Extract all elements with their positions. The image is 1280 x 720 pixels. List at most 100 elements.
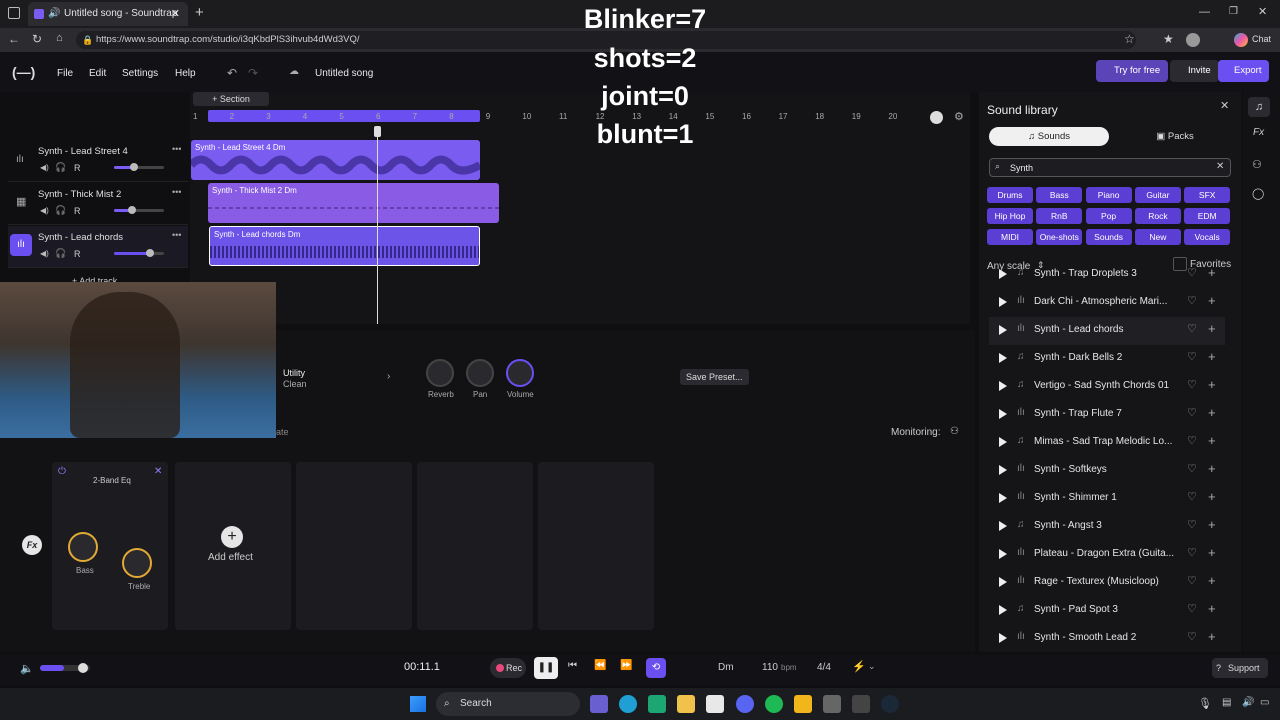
fx-button[interactable]: Fx [22,535,42,555]
menu-settings[interactable]: Settings [122,68,158,79]
audio-clip-selected[interactable]: Synth - Lead chords Dm [209,226,480,266]
category-chip[interactable]: EDM [1184,208,1231,224]
settings-gear-icon[interactable]: ⚙ [954,110,964,123]
add-icon[interactable]: + [1208,268,1216,280]
bass-knob[interactable] [68,532,98,562]
add-icon[interactable]: + [1208,293,1216,308]
metronome-icon[interactable] [930,111,943,124]
audio-playing-icon[interactable]: 🔊 [48,2,60,26]
sound-list-item[interactable]: ♫ Vertigo - Sad Synth Chords 01 ♡ + [989,373,1225,401]
back-icon[interactable]: ← [8,32,20,46]
sound-library-rail-icon[interactable]: ♫ [1248,97,1270,117]
menu-help[interactable]: Help [175,68,196,79]
skip-to-start-icon[interactable]: ⏮ [568,660,577,671]
menu-file[interactable]: File [57,68,73,79]
treble-knob[interactable] [122,548,152,578]
volume-slider[interactable] [114,249,164,257]
category-chip[interactable]: Bass [1036,187,1083,203]
track-header[interactable]: ▦ Synth - Thick Mist 2 ◀) 🎧 R ••• [8,183,188,225]
add-icon[interactable]: + [1208,377,1216,392]
sound-list-item[interactable]: ♫ Mimas - Sad Trap Melodic Lo... ♡ + [989,429,1225,457]
instrument-name[interactable]: Utility [283,368,305,378]
audio-clip[interactable]: Synth - Thick Mist 2 Dm [208,183,499,223]
minimize-icon[interactable]: — [1199,6,1210,18]
add-effect-slot[interactable]: + Add effect [175,462,291,630]
solo-headphones-icon[interactable]: 🎧 [55,248,66,259]
play-icon[interactable] [999,269,1007,279]
add-icon[interactable]: + [1208,489,1216,504]
collections-icon[interactable]: ★ [1163,32,1174,46]
mute-icon[interactable]: ◀) [40,249,49,258]
fx-rail-icon[interactable]: Fx [1253,127,1264,138]
sound-list-item[interactable]: ♫ Synth - Trap Droplets 3 ♡ + [989,268,1225,289]
heart-icon[interactable]: ♡ [1187,322,1197,335]
undo-icon[interactable]: ↶ [227,66,237,80]
steam-taskbar-icon[interactable] [881,695,899,713]
time-signature[interactable]: 4/4 [817,662,831,673]
heart-icon[interactable]: ♡ [1187,462,1197,475]
play-icon[interactable] [999,549,1007,559]
play-icon[interactable] [999,633,1007,643]
eq-effect-slot[interactable]: ⏻ 2-Band Eq ✕ Bass Treble [52,462,168,630]
sound-list-item[interactable]: ♫ Synth - Angst 3 ♡ + [989,513,1225,541]
try-for-free-button[interactable]: Try for free [1096,60,1169,82]
windows-start-icon[interactable] [410,696,426,712]
reload-icon[interactable]: ↻ [32,32,42,46]
heart-icon[interactable]: ♡ [1187,518,1197,531]
track-menu-icon[interactable]: ••• [172,144,181,154]
category-chip[interactable]: Rock [1134,208,1181,224]
battery-tray-icon[interactable]: ▭ [1260,697,1269,708]
add-icon[interactable]: + [1208,517,1216,532]
play-icon[interactable] [999,465,1007,475]
track-header[interactable]: ılı Synth - Lead Street 4 ◀) 🎧 R ••• [8,140,188,182]
add-icon[interactable]: + [1208,349,1216,364]
category-chip[interactable]: Vocals [1184,229,1231,245]
add-section-button[interactable]: + Section [193,92,269,106]
save-preset-button[interactable]: Save Preset... [680,369,749,385]
category-chip[interactable]: Pop [1085,208,1132,224]
soundtrap-logo-icon[interactable]: (—) [12,64,35,80]
category-chip[interactable]: Piano [1085,187,1132,203]
power-icon[interactable]: ⏻ [58,466,66,477]
edge-taskbar-icon[interactable] [619,695,637,713]
collab-rail-icon[interactable]: ⚇ [1252,158,1262,171]
store-taskbar-icon[interactable] [706,695,724,713]
solo-headphones-icon[interactable]: 🎧 [55,162,66,173]
play-icon[interactable] [999,437,1007,447]
record-arm-button[interactable]: R [74,249,81,259]
support-button[interactable]: ? Support [1212,658,1268,678]
play-icon[interactable] [999,353,1007,363]
profile-avatar[interactable] [1186,33,1200,47]
track-menu-icon[interactable]: ••• [172,187,181,197]
track-name[interactable]: Synth - Thick Mist 2 [38,189,121,200]
heart-icon[interactable]: ♡ [1187,268,1197,279]
close-tab-icon[interactable]: ✕ [171,2,180,26]
pan-knob[interactable] [466,359,494,387]
pause-button[interactable]: ❚❚ [534,657,558,679]
category-chip[interactable]: SFX [1184,187,1231,203]
volume-tray-icon[interactable]: 🔊 [1242,697,1254,708]
sound-list-item[interactable]: ılı Synth - Trap Flute 7 ♡ + [989,401,1225,429]
add-icon[interactable]: + [1208,405,1216,420]
sound-list-item[interactable]: ♫ Synth - Dark Bells 2 ♡ + [989,345,1225,373]
track-name[interactable]: Synth - Lead chords [38,232,123,243]
sound-list-item[interactable]: ılı Plateau - Dragon Extra (Guita... ♡ + [989,541,1225,569]
playhead[interactable] [377,126,378,324]
loop-region[interactable] [208,110,480,122]
browser-tab[interactable]: 🔊 Untitled song - Soundtrap ✕ [28,2,188,26]
play-icon[interactable] [999,493,1007,503]
solo-headphones-icon[interactable]: 🎧 [55,205,66,216]
menu-edit[interactable]: Edit [89,68,106,79]
sound-list-item[interactable]: ılı Synth - Smooth Lead 2 ♡ + [989,625,1225,652]
network-tray-icon[interactable]: ▤ [1222,697,1231,708]
tab-sounds[interactable]: ♫ Sounds [989,127,1109,146]
category-chip[interactable]: One-shots [1036,229,1083,245]
category-chip[interactable]: RnB [1036,208,1083,224]
invite-button[interactable]: Invite [1170,60,1219,82]
loop-button[interactable]: ⟲ [646,658,666,678]
heart-icon[interactable]: ♡ [1187,378,1197,391]
heart-icon[interactable]: ♡ [1187,434,1197,447]
heart-icon[interactable]: ♡ [1187,294,1197,307]
add-icon[interactable]: + [1208,629,1216,644]
spotify-taskbar-icon[interactable] [765,695,783,713]
